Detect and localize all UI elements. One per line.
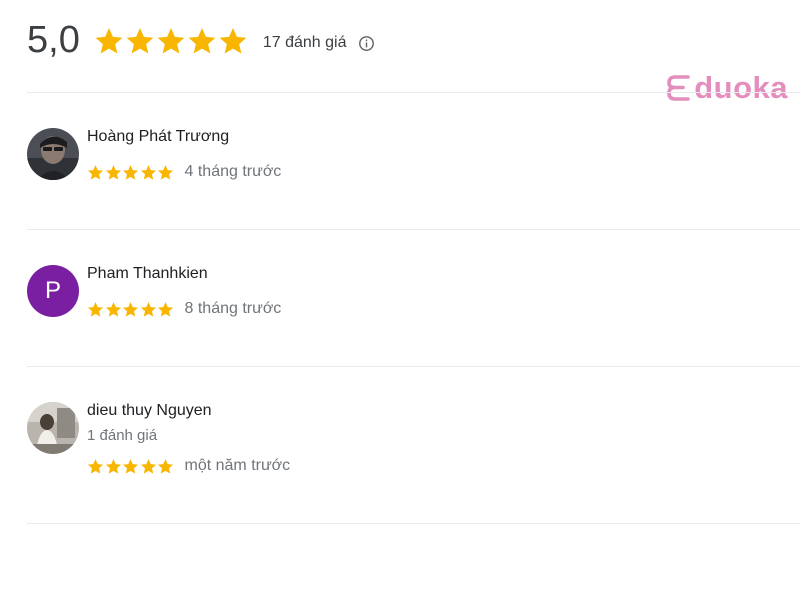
star-icon: [122, 458, 139, 474]
review-count[interactable]: 17 đánh giá: [263, 34, 347, 52]
star-icon: [122, 301, 139, 317]
rating-summary: 5,0 17 đánh giá: [27, 16, 375, 64]
info-icon[interactable]: [358, 35, 375, 52]
review-stars: [87, 164, 175, 181]
star-icon: [157, 28, 185, 54]
review-rating-row: 8 tháng trước: [87, 300, 281, 318]
star-icon: [105, 458, 121, 474]
star-icon: [140, 458, 156, 474]
star-icon: [87, 164, 104, 180]
review-time: 4 tháng trước: [184, 163, 282, 180]
review-time: 8 tháng trước: [184, 300, 282, 317]
star-icon: [87, 458, 104, 474]
reviewer-name[interactable]: dieu thuy Nguyen: [87, 402, 212, 420]
watermark-text: duoka: [694, 70, 788, 105]
reviewer-photo: [27, 402, 79, 454]
divider: [27, 92, 800, 93]
star-icon: [157, 301, 174, 317]
star-icon: [157, 164, 174, 180]
review-stars: [87, 458, 175, 475]
reviewer-photo: [27, 128, 79, 180]
star-icon: [140, 301, 156, 317]
star-icon: [157, 458, 174, 474]
review-item: P Pham Thanhkien 8 tháng trước: [27, 265, 800, 345]
avatar[interactable]: [27, 402, 79, 454]
reviewer-name[interactable]: Hoàng Phát Trương: [87, 128, 229, 146]
avatar[interactable]: P: [27, 265, 79, 317]
review-stars: [87, 301, 175, 318]
star-icon: [122, 164, 139, 180]
star-icon: [188, 28, 216, 54]
review-rating-row: 4 tháng trước: [87, 163, 281, 181]
review-time: một năm trước: [184, 457, 291, 474]
eduoka-logo-icon: [667, 75, 691, 101]
star-icon: [87, 301, 104, 317]
star-icon: [126, 28, 154, 54]
star-icon: [105, 301, 121, 317]
star-icon: [140, 164, 156, 180]
eduoka-watermark: duoka: [666, 70, 788, 106]
average-rating-stars: [94, 26, 249, 56]
review-item: Hoàng Phát Trương 4 tháng trước: [27, 128, 800, 208]
star-icon: [105, 164, 121, 180]
reviewer-review-count: 1 đánh giá: [87, 427, 158, 444]
divider: [27, 523, 800, 524]
star-icon: [95, 28, 123, 54]
review-item: dieu thuy Nguyen 1 đánh giá một năm trướ…: [27, 402, 800, 492]
reviewer-name[interactable]: Pham Thanhkien: [87, 265, 208, 283]
divider: [27, 366, 800, 367]
avatar-letter: P: [44, 277, 61, 304]
divider: [27, 229, 800, 230]
review-rating-row: một năm trước: [87, 457, 290, 475]
star-icon: [219, 28, 247, 54]
avatar[interactable]: [27, 128, 79, 180]
average-rating: 5,0: [27, 19, 80, 61]
